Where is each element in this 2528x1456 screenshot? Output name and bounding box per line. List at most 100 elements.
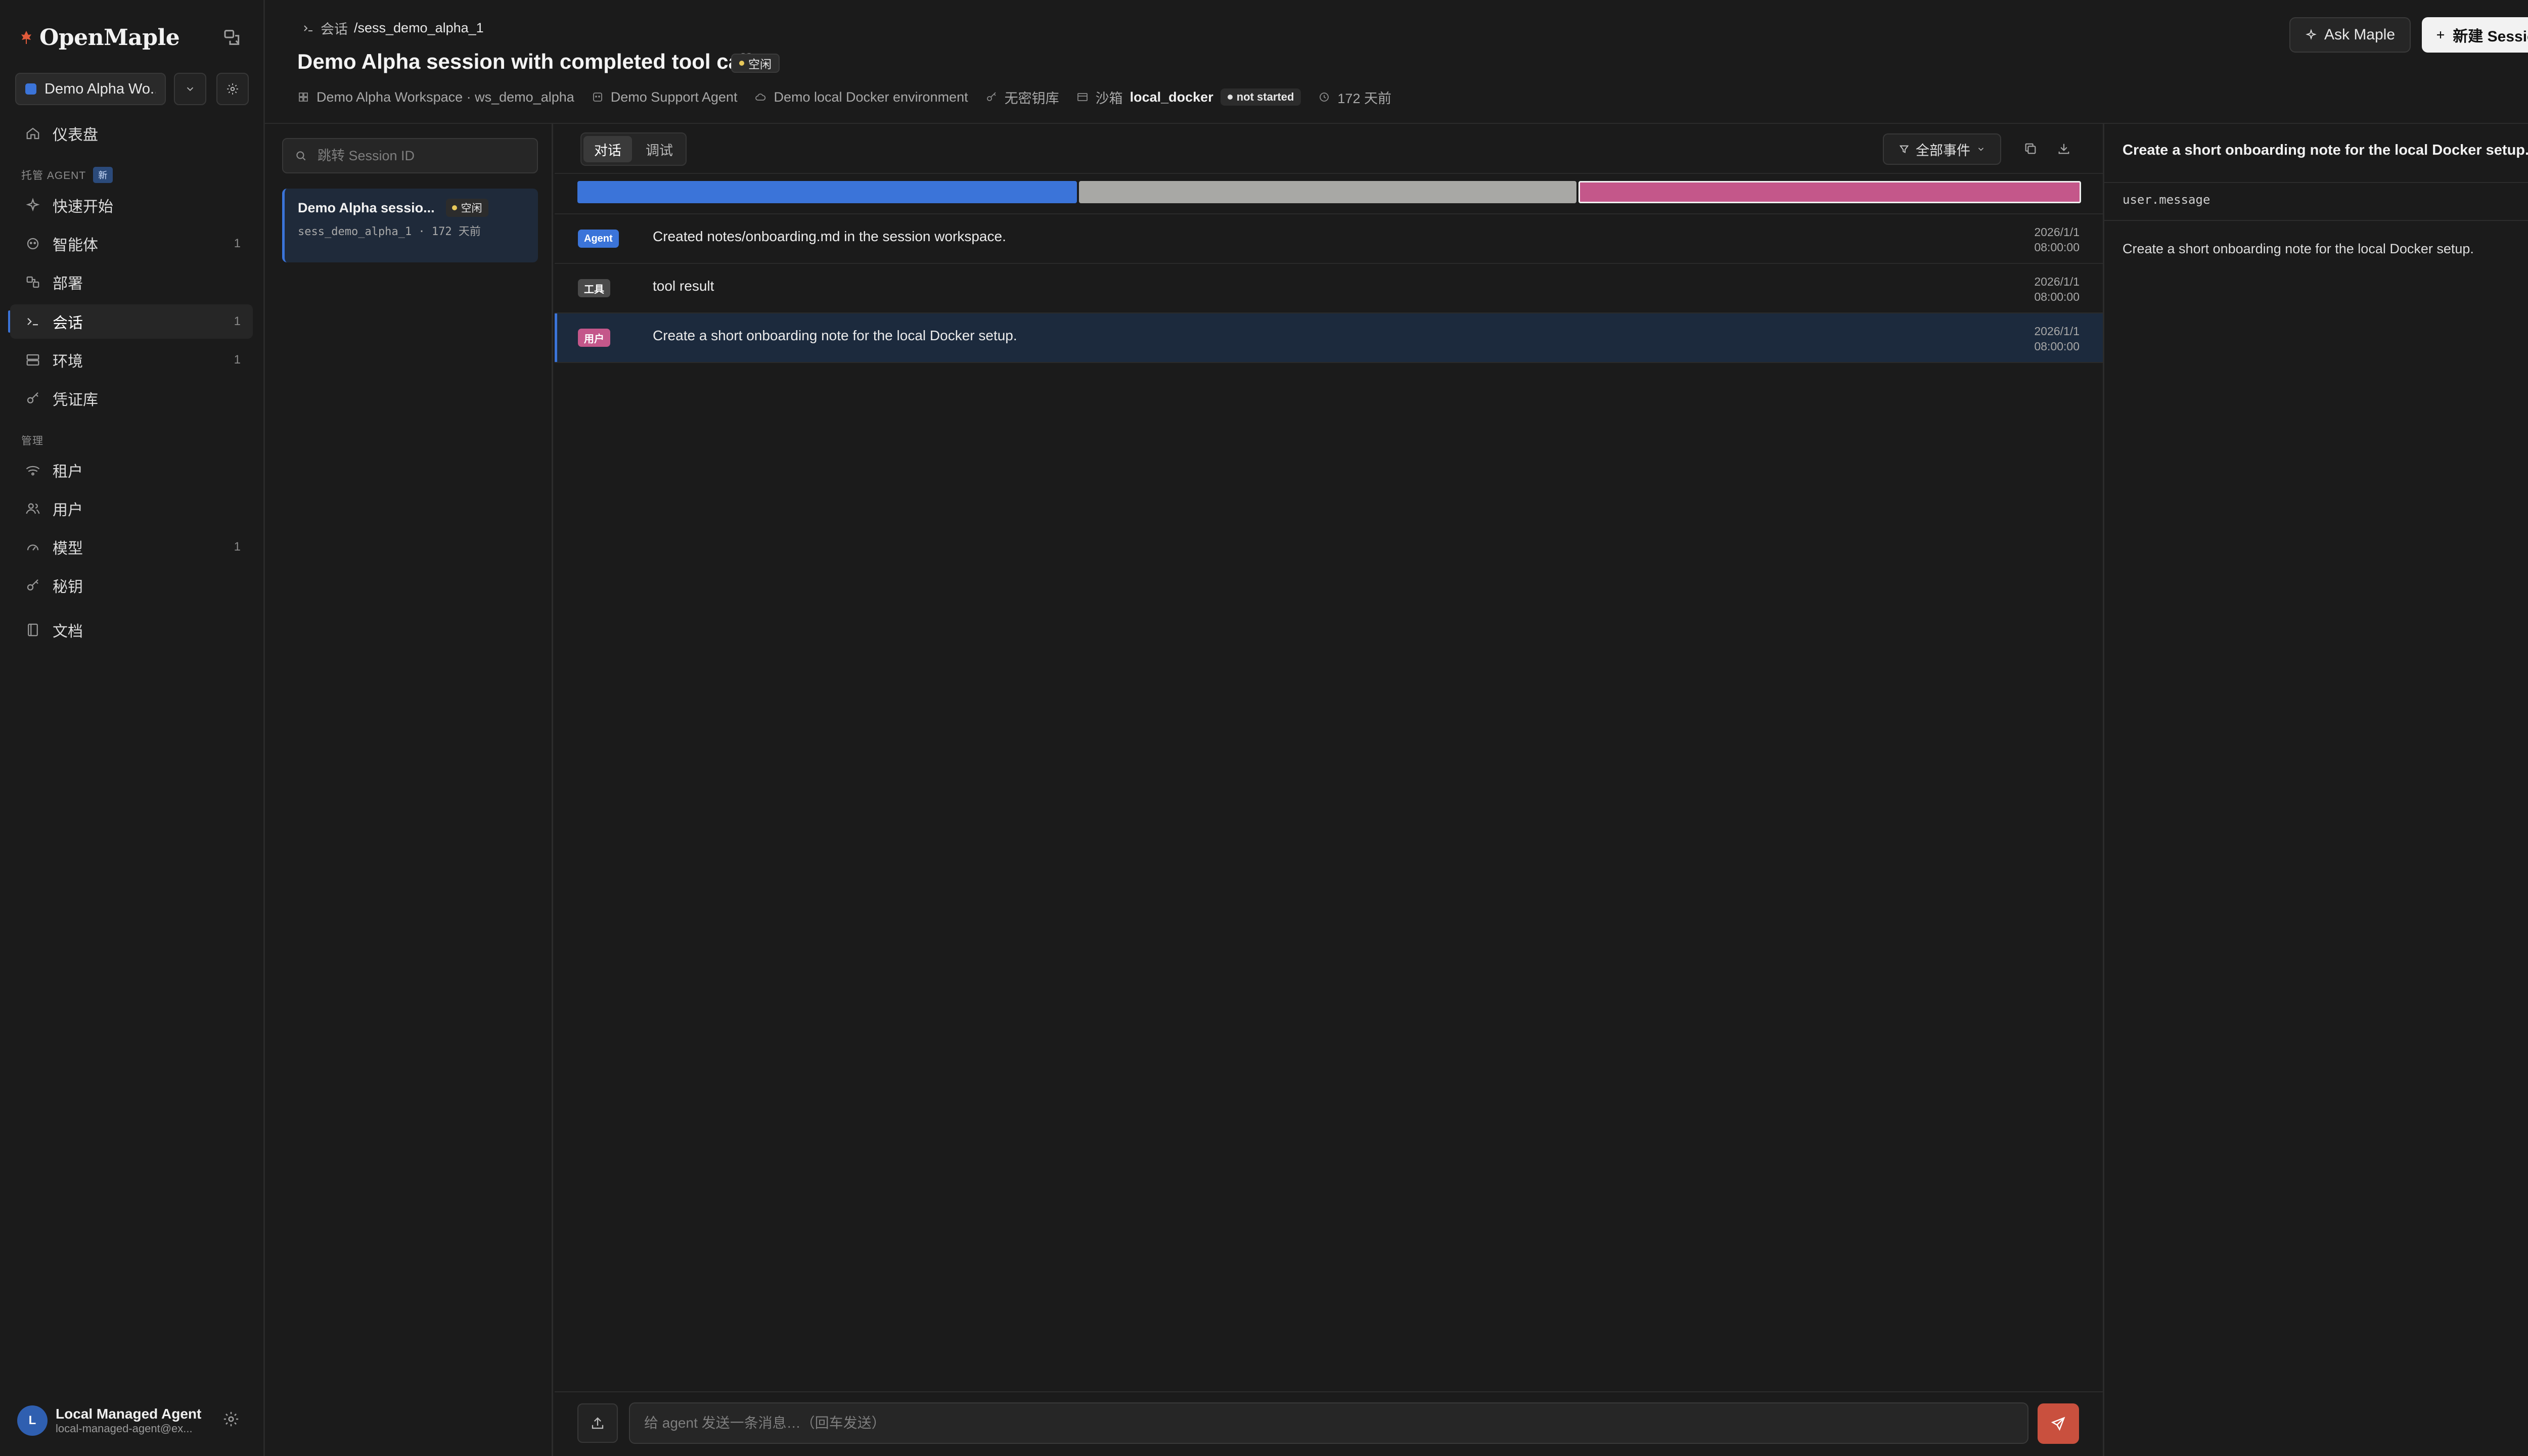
event-row-selected[interactable]: 用户 Create a short onboarding note for th…: [555, 313, 2103, 362]
nav-tenants-label: 租户: [53, 464, 83, 480]
session-search[interactable]: [282, 138, 538, 173]
row-divider: [555, 362, 2103, 363]
session-item-header: Demo Alpha sessio... 空闲: [298, 199, 538, 217]
nav-vaults[interactable]: 凭证库: [10, 381, 253, 416]
send-icon: [2051, 1416, 2066, 1431]
event-type-badge: 用户: [578, 329, 610, 347]
workspace-settings-button[interactable]: [216, 73, 249, 105]
event-timestamp: 2026/1/1 08:00:00: [2034, 274, 2080, 304]
nav-quickstart-label: 快速开始: [53, 199, 113, 215]
nav-models[interactable]: 模型 1: [10, 530, 253, 564]
meta-vault-label: 无密钥库: [1004, 90, 1059, 106]
brand-name: OpenMaple: [39, 24, 180, 51]
clock-icon: [1318, 91, 1330, 103]
timeline-segment-agent[interactable]: [577, 181, 1077, 203]
download-icon[interactable]: [2053, 138, 2075, 160]
meta-agent-label: Demo Support Agent: [610, 89, 738, 105]
tenant-icon: [25, 463, 40, 478]
ask-maple-button[interactable]: Ask Maple: [2289, 17, 2411, 53]
nav-models-label: 模型: [53, 540, 83, 557]
breadcrumb-sessions-link[interactable]: 会话: [321, 18, 348, 38]
agent-icon: [592, 91, 604, 103]
box-icon: [1076, 91, 1089, 103]
deploy-icon: [25, 275, 40, 290]
nav-agents[interactable]: 智能体 1: [10, 226, 253, 261]
status-badge: 空闲: [731, 54, 780, 73]
new-badge: 新: [93, 167, 113, 183]
nav-secrets-label: 秘钥: [53, 579, 83, 596]
sandbox-status-dot: [1227, 95, 1233, 100]
book-icon: [25, 622, 40, 638]
sidebar: OpenMaple Demo Alpha Wo... 仪表盘 托管 AGENT …: [0, 0, 265, 1456]
meta-environment[interactable]: Demo local Docker environment: [754, 89, 968, 105]
plus-icon: [2434, 29, 2447, 41]
tab-conversation[interactable]: 对话: [583, 136, 632, 162]
tab-debug[interactable]: 调试: [635, 136, 684, 162]
nav-vaults-label: 凭证库: [53, 392, 98, 408]
brand[interactable]: OpenMaple: [20, 22, 180, 53]
nav-environments[interactable]: 环境 1: [10, 343, 253, 377]
send-button[interactable]: [2038, 1403, 2079, 1444]
timeline-segment-tool[interactable]: [1079, 181, 1576, 203]
managed-agent-section-label: 托管 AGENT: [21, 170, 86, 181]
grid-icon: [297, 91, 309, 103]
nav-tenants[interactable]: 租户: [10, 453, 253, 487]
breadcrumb-current: /sess_demo_alpha_1: [354, 20, 484, 35]
cloud-icon: [754, 91, 766, 103]
breadcrumb: 会话 /sess_demo_alpha_1: [302, 18, 484, 38]
event-row[interactable]: 工具 tool result 2026/1/1 08:00:00: [555, 264, 2103, 312]
admin-section-label: 管理: [21, 435, 43, 447]
gear-icon: [226, 82, 239, 96]
user-info: Local Managed Agent local-managed-agent@…: [56, 1406, 201, 1435]
workspace-dropdown-button[interactable]: [174, 73, 206, 105]
event-date: 2026/1/1: [2034, 275, 2080, 288]
agent-icon: [25, 236, 40, 251]
event-text: Create a short onboarding note for the l…: [653, 328, 1017, 343]
event-row[interactable]: Agent Created notes/onboarding.md in the…: [555, 214, 2103, 263]
nav-users[interactable]: 用户: [10, 491, 253, 526]
collapse-sidebar-icon[interactable]: [222, 27, 243, 48]
user-settings-icon[interactable]: [222, 1410, 240, 1428]
event-detail-panel: Create a short onboarding note for the l…: [2103, 124, 2528, 1456]
workspace-label: Demo Alpha Wo...: [44, 80, 156, 97]
meta-sandbox-label: 沙箱: [1095, 90, 1123, 106]
server-icon: [25, 352, 40, 368]
meta-vault[interactable]: 无密钥库: [985, 87, 1059, 107]
timeline-segment-user[interactable]: [1578, 181, 2081, 203]
user-profile[interactable]: L Local Managed Agent local-managed-agen…: [17, 1403, 250, 1438]
meta-agent[interactable]: Demo Support Agent: [592, 89, 738, 105]
home-icon: [25, 126, 40, 141]
upload-button[interactable]: [577, 1403, 618, 1443]
users-icon: [25, 501, 40, 516]
session-search-input[interactable]: [317, 147, 531, 164]
meta-sandbox-name: local_docker: [1130, 89, 1213, 105]
nav-sessions[interactable]: 会话 1: [10, 304, 253, 339]
nav-secrets[interactable]: 秘钥: [10, 568, 253, 603]
nav-dashboard[interactable]: 仪表盘: [10, 116, 253, 151]
workspace-selector[interactable]: Demo Alpha Wo...: [15, 73, 166, 105]
nav-deployments-label: 部署: [53, 276, 83, 292]
user-name: Local Managed Agent: [56, 1406, 202, 1422]
composer-divider: [555, 1391, 2103, 1392]
nav-dashboard-label: 仪表盘: [53, 127, 98, 144]
nav-deployments[interactable]: 部署: [10, 265, 253, 299]
sparkle-icon: [25, 198, 40, 213]
nav-docs[interactable]: 文档: [10, 613, 253, 647]
new-session-button[interactable]: 新建 Session: [2422, 17, 2528, 53]
session-list-item[interactable]: Demo Alpha sessio... 空闲 sess_demo_alpha_…: [282, 189, 538, 262]
chevron-down-icon: [1976, 145, 1985, 154]
copy-icon[interactable]: [2019, 138, 2042, 160]
session-status-dot: [452, 205, 457, 210]
meta-age-label: 172 天前: [1337, 90, 1391, 106]
maple-leaf-icon: [20, 30, 32, 45]
view-tabs: 对话 调试: [580, 132, 687, 166]
event-date: 2026/1/1: [2034, 325, 2080, 338]
meta-workspace[interactable]: Demo Alpha Workspace · ws_demo_alpha: [297, 89, 574, 105]
nav-quickstart[interactable]: 快速开始: [10, 188, 253, 222]
event-filter-dropdown[interactable]: 全部事件: [1883, 133, 2001, 165]
session-meta: Demo Alpha Workspace · ws_demo_alpha Dem…: [297, 87, 1391, 107]
nav-users-label: 用户: [53, 502, 83, 519]
message-input[interactable]: [629, 1402, 2028, 1444]
nav-agents-count: 1: [234, 237, 241, 250]
sandbox-status-badge: not started: [1220, 88, 1301, 106]
